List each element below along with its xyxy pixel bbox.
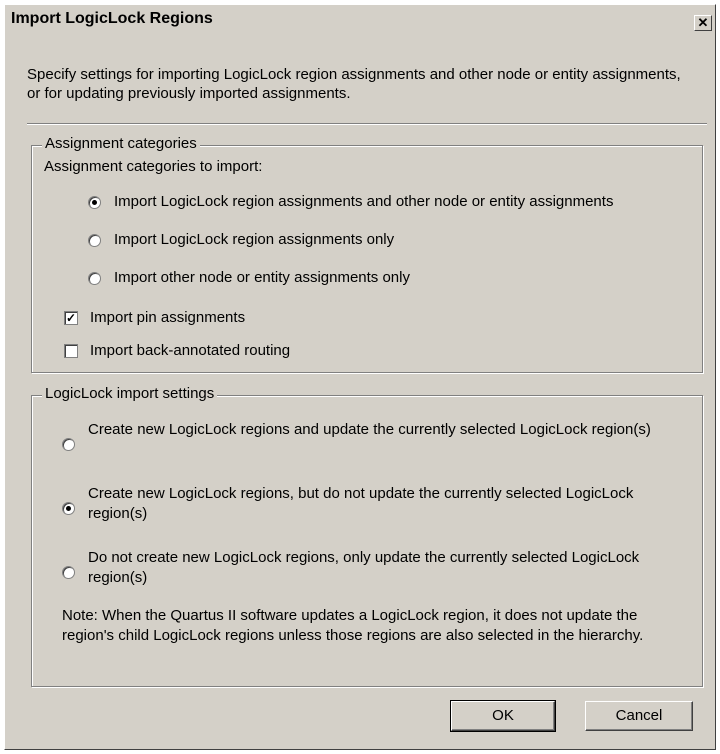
radio-import-logiclock-only-label[interactable]: Import LogicLock region assignments only (114, 230, 394, 250)
assignment-prompt: Assignment categories to import: (44, 158, 263, 175)
radio-create-and-update[interactable] (62, 438, 75, 451)
import-logiclock-dialog: Import LogicLock Regions ✕ Specify setti… (4, 4, 716, 750)
radio-update-only-label[interactable]: Do not create new LogicLock regions, onl… (88, 548, 678, 588)
checkbox-import-routing-label[interactable]: Import back-annotated routing (90, 341, 290, 361)
dialog-description: Specify settings for importing LogicLock… (27, 66, 681, 102)
checkbox-import-pin-label[interactable]: Import pin assignments (90, 308, 245, 328)
radio-import-all-label[interactable]: Import LogicLock region assignments and … (114, 192, 613, 212)
update-note: Note: When the Quartus II software updat… (62, 607, 644, 644)
group-legend: LogicLock import settings (42, 385, 218, 402)
radio-create-no-update[interactable] (62, 502, 75, 515)
logiclock-import-settings-group: LogicLock import settings Create new Log… (31, 385, 703, 687)
assignment-categories-group: Assignment categories Assignment categor… (31, 135, 703, 373)
separator (27, 123, 707, 125)
close-button[interactable]: ✕ (694, 15, 712, 31)
radio-create-no-update-label[interactable]: Create new LogicLock regions, but do not… (88, 484, 668, 524)
ok-button[interactable]: OK (450, 700, 556, 732)
group-legend: Assignment categories (42, 135, 200, 152)
cancel-button[interactable]: Cancel (585, 701, 693, 731)
close-icon: ✕ (697, 15, 709, 30)
radio-import-other-only[interactable] (88, 272, 101, 285)
title-bar[interactable]: Import LogicLock Regions ✕ (5, 5, 715, 35)
checkbox-import-pin[interactable]: ✓ (64, 311, 78, 325)
checkmark-icon: ✓ (65, 311, 77, 325)
radio-import-other-only-label[interactable]: Import other node or entity assignments … (114, 268, 410, 288)
checkbox-import-routing[interactable] (64, 344, 78, 358)
radio-import-logiclock-only[interactable] (88, 234, 101, 247)
radio-create-and-update-label[interactable]: Create new LogicLock regions and update … (88, 420, 678, 440)
window-title: Import LogicLock Regions (11, 10, 213, 27)
radio-update-only[interactable] (62, 566, 75, 579)
radio-import-all[interactable] (88, 196, 101, 209)
